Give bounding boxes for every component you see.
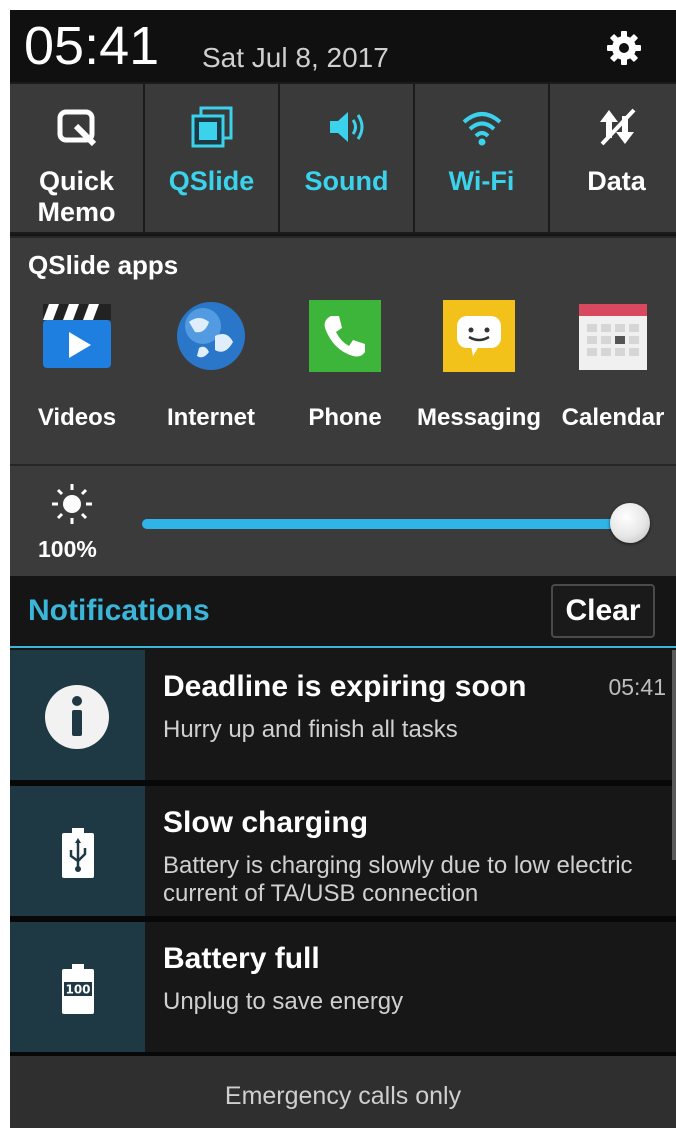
- brightness-slider-thumb[interactable]: [610, 503, 650, 543]
- app-label: Calendar: [561, 404, 665, 431]
- wifi-icon: [462, 112, 502, 146]
- quick-settings-toggles: Quick Memo QSlide Sound Wi-Fi Data: [10, 82, 676, 234]
- carrier-bar: Emergency calls only: [10, 1056, 676, 1128]
- app-calendar[interactable]: Calendar: [546, 300, 676, 440]
- notification-item[interactable]: Deadline is expiring soon Hurry up and f…: [10, 650, 676, 780]
- toggle-label: Wi-Fi: [448, 166, 515, 196]
- scroll-indicator[interactable]: [672, 650, 676, 860]
- notification-item[interactable]: Slow charging Battery is charging slowly…: [10, 786, 676, 916]
- toggle-data[interactable]: Data: [550, 84, 676, 232]
- notification-item[interactable]: 100 Battery full Unplug to save energy: [10, 922, 676, 1052]
- emergency-calls-text: Emergency calls only: [224, 1082, 462, 1110]
- notification-body: Hurry up and finish all tasks: [163, 716, 458, 743]
- brightness-slider-fill: [142, 519, 630, 529]
- toggle-qslide[interactable]: QSlide: [145, 84, 278, 232]
- toggle-label: QSlide: [168, 166, 255, 196]
- status-header: 05:41 Sat Jul 8, 2017: [10, 10, 676, 82]
- notification-title: Battery full: [163, 942, 320, 975]
- notification-title: Slow charging: [163, 806, 369, 839]
- app-label: Messaging: [416, 404, 542, 431]
- internet-icon: [177, 302, 245, 370]
- date: Sat Jul 8, 2017: [202, 42, 389, 73]
- notification-time: 05:41: [608, 674, 666, 700]
- toggle-quick-memo[interactable]: Quick Memo: [10, 84, 143, 232]
- notification-icon-area: 100: [10, 922, 145, 1052]
- brightness-slider[interactable]: [142, 503, 650, 543]
- notification-body: Battery is charging slowly due to low el…: [163, 852, 633, 907]
- app-internet[interactable]: Internet: [144, 300, 278, 440]
- data-icon: [600, 108, 636, 146]
- toggle-label: Quick Memo: [37, 166, 116, 227]
- toggle-label: Sound: [304, 166, 389, 196]
- brightness-percent: 100%: [38, 536, 97, 562]
- notification-body: Unplug to save energy: [163, 988, 404, 1015]
- app-label: Videos: [37, 404, 117, 431]
- videos-icon: [43, 304, 111, 368]
- notification-shade: 05:41 Sat Jul 8, 2017 Quick Memo QSlide …: [10, 10, 676, 1128]
- app-videos[interactable]: Videos: [10, 300, 144, 440]
- toggle-wifi[interactable]: Wi-Fi: [415, 84, 548, 232]
- app-phone[interactable]: Phone: [278, 300, 412, 440]
- battery-full-icon: 100: [62, 964, 94, 1014]
- app-label: Phone: [308, 404, 382, 431]
- quick-memo-icon: [57, 109, 97, 147]
- qslide-apps-title: QSlide apps: [28, 250, 179, 280]
- notification-icon-area: [10, 786, 145, 916]
- notification-title: Deadline is expiring soon: [163, 670, 527, 703]
- app-label: Internet: [166, 404, 255, 431]
- toggle-label: Data: [587, 166, 646, 196]
- messaging-icon: [443, 300, 515, 372]
- calendar-icon: [579, 304, 647, 370]
- app-messaging[interactable]: Messaging: [412, 300, 546, 440]
- sound-icon: [330, 112, 364, 142]
- clock: 05:41: [24, 16, 160, 76]
- notification-icon-area: [10, 650, 145, 780]
- phone-icon: [309, 300, 381, 372]
- qslide-icon: [191, 106, 233, 148]
- brightness-sun-icon: [52, 484, 92, 524]
- brightness-control: 100%: [10, 464, 676, 578]
- usb-battery-icon: [62, 828, 94, 878]
- toggle-sound[interactable]: Sound: [280, 84, 413, 232]
- settings-gear-icon[interactable]: [606, 30, 642, 66]
- notifications-title: Notifications: [28, 594, 210, 627]
- qslide-apps-panel: QSlide apps Videos Internet Phone Messag…: [10, 236, 676, 464]
- info-icon: [45, 685, 109, 749]
- svg-text:100: 100: [65, 983, 90, 997]
- notifications-header: Notifications Clear: [10, 576, 676, 648]
- clear-button[interactable]: Clear: [551, 584, 655, 638]
